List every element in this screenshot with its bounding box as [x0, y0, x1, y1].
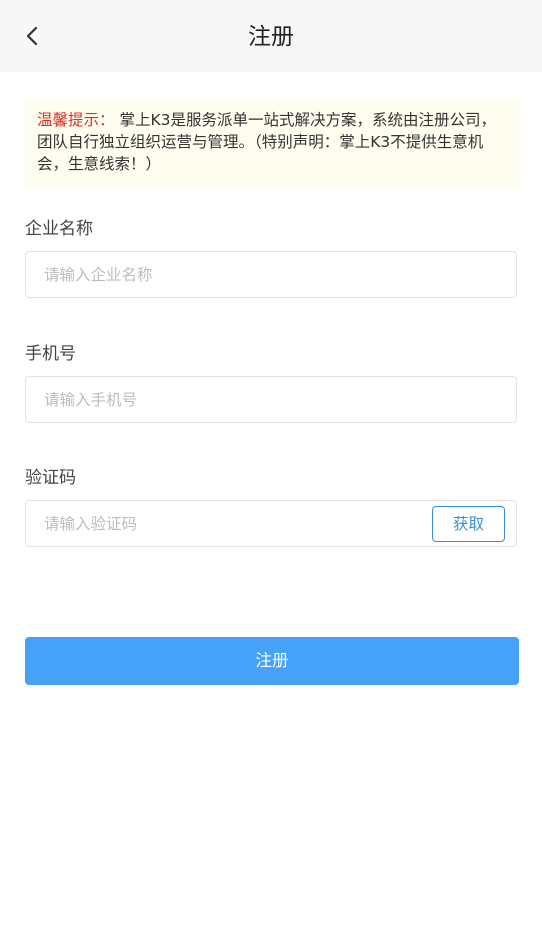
page-title: 注册	[248, 24, 294, 50]
company-name-label: 企业名称	[25, 219, 93, 239]
notice-label: 温馨提示：	[37, 111, 115, 129]
verification-code-field[interactable]: 获取	[25, 500, 517, 547]
verification-code-input[interactable]	[44, 501, 424, 546]
verification-code-label: 验证码	[25, 468, 76, 488]
notice-box: 温馨提示： 掌上K3是服务派单一站式解决方案，系统由注册公司，团队自行独立组织运…	[25, 98, 519, 190]
register-button[interactable]: 注册	[25, 637, 519, 685]
chevron-left-icon	[26, 26, 38, 46]
phone-input[interactable]	[44, 377, 424, 422]
back-button[interactable]	[14, 18, 50, 54]
phone-field[interactable]	[25, 376, 517, 423]
get-code-button[interactable]: 获取	[432, 506, 505, 542]
phone-label: 手机号	[25, 344, 76, 364]
company-name-input[interactable]	[44, 252, 424, 297]
top-bar: 注册	[0, 0, 542, 72]
company-name-field[interactable]	[25, 251, 517, 298]
